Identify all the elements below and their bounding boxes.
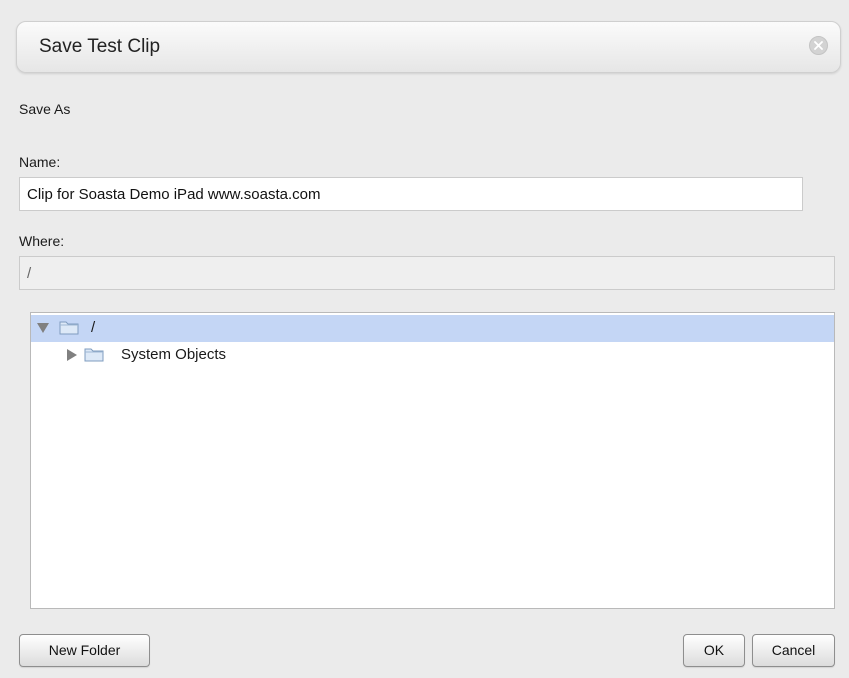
close-icon[interactable] bbox=[809, 36, 828, 55]
expanded-triangle-icon[interactable] bbox=[37, 323, 49, 333]
tree-item-root[interactable]: / bbox=[31, 315, 834, 342]
name-label: Name: bbox=[19, 154, 61, 170]
folder-tree[interactable]: / System Objects bbox=[30, 312, 835, 609]
section-heading: Save As bbox=[19, 101, 71, 117]
new-folder-button[interactable]: New Folder bbox=[19, 634, 150, 667]
tree-item-label: System Objects bbox=[121, 346, 227, 363]
collapsed-triangle-icon[interactable] bbox=[67, 349, 77, 361]
cancel-button[interactable]: Cancel bbox=[752, 634, 835, 667]
save-test-clip-dialog: Save Test Clip Save As Name: Where: / bbox=[0, 0, 849, 678]
where-field bbox=[19, 256, 835, 290]
tree-item-label: / bbox=[91, 319, 96, 336]
where-label: Where: bbox=[19, 233, 65, 249]
tree-item-system-objects[interactable]: System Objects bbox=[31, 342, 834, 369]
dialog-titlebar: Save Test Clip bbox=[16, 21, 841, 73]
name-input[interactable] bbox=[19, 177, 803, 211]
ok-button[interactable]: OK bbox=[683, 634, 745, 667]
folder-icon bbox=[59, 321, 79, 335]
dialog-title: Save Test Clip bbox=[39, 36, 161, 57]
folder-icon bbox=[84, 348, 104, 362]
